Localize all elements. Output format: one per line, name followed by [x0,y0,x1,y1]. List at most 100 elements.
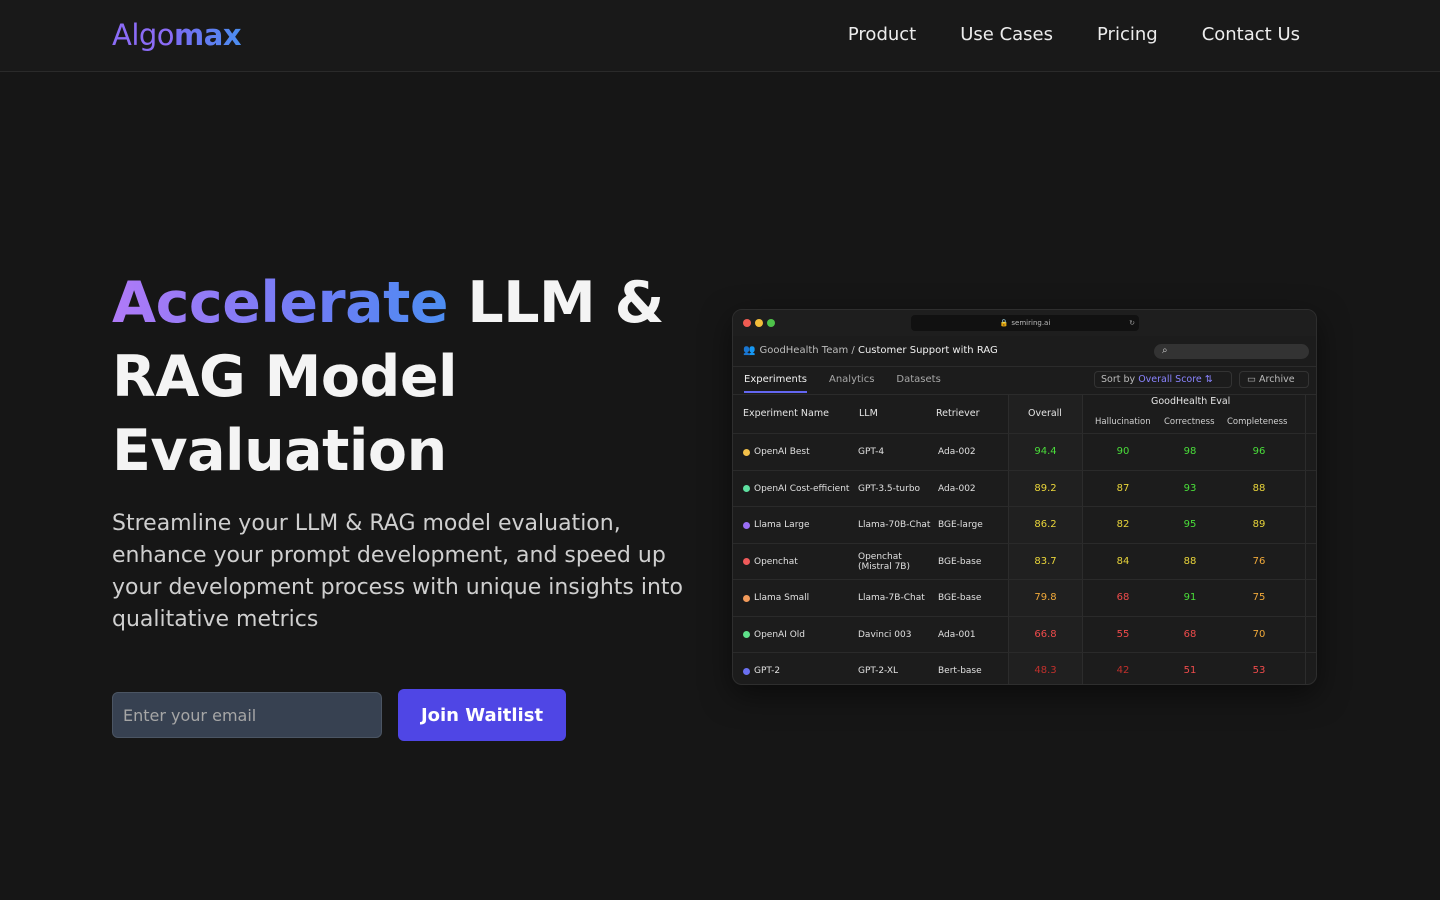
llm-cell: Llama-7B-Chat [858,593,925,603]
archive-icon: ▭ [1247,374,1256,385]
llm-cell: Openchat (Mistral 7B) [858,551,910,572]
lock-icon: 🔒 [999,319,1009,327]
top-nav: Algomax Product Use Cases Pricing Contac… [0,0,1440,72]
nav-link-pricing[interactable]: Pricing [1097,22,1158,48]
header-llm[interactable]: LLM [859,408,878,419]
retriever-cell: Bert-base [938,666,982,676]
experiment-name-cell: OpenAI Cost-efficient [743,471,858,507]
reload-icon: ↻ [1129,319,1135,327]
overall-score: 86.2 [1034,519,1057,530]
experiment-name-cell: Llama Large [743,507,858,543]
experiment-name-cell: Llama Small [743,580,858,616]
header-goodhealth-eval: GoodHealth Eval [1151,396,1231,407]
overall-score: 79.8 [1034,592,1057,603]
completeness-score: 96 [1252,446,1266,457]
browser-bar: 🔒 semiring.ai ↻ [733,310,1316,336]
status-dot-icon [743,631,750,638]
hero-title: Accelerate LLM & RAG Model Evaluation [112,270,664,484]
retriever-cell: BGE-large [938,520,983,530]
hallucination-score: 55 [1116,628,1130,640]
status-dot-icon [743,558,750,565]
overall-score: 83.7 [1034,555,1057,567]
completeness-score: 75 [1252,592,1266,603]
search-icon: ⌕ [1162,345,1168,356]
team-icon: 👥 [743,345,756,356]
header-hallucination[interactable]: Hallucination [1095,417,1151,427]
correctness-score: 51 [1183,665,1197,676]
join-waitlist-button[interactable]: Join Waitlist [398,689,566,741]
hallucination-score: 68 [1116,592,1130,603]
experiment-name: GPT-2 [754,666,781,676]
retriever-cell: Ada-002 [938,447,976,457]
hero-subtitle: Streamline your LLM & RAG model evaluati… [112,511,683,632]
retriever-cell: BGE-base [938,593,982,603]
correctness-score: 95 [1183,519,1197,530]
retriever-cell: Ada-002 [938,483,976,494]
experiment-name: Llama Small [754,593,810,603]
llm-cell: GPT-4 [858,447,885,457]
sort-button[interactable]: Sort by Overall Score ⇅ [1094,371,1232,388]
table-row[interactable]: OpenAI Cost-efficient GPT-3.5-turbo Ada-00… [733,469,1316,507]
correctness-score: 91 [1183,592,1197,603]
nav-link-contact-us[interactable]: Contact Us [1202,22,1300,48]
experiment-name: Llama Large [754,520,810,530]
tab-datasets[interactable]: Datasets [896,374,940,393]
completeness-score: 53 [1252,665,1266,676]
nav-link-use-cases[interactable]: Use Cases [960,22,1053,48]
header-correctness[interactable]: Correctness [1164,417,1215,427]
tab-analytics[interactable]: Analytics [829,374,874,393]
overall-score: 89.2 [1034,482,1057,494]
status-dot-icon [743,667,750,675]
completeness-score: 70 [1252,628,1266,640]
logo[interactable]: Algomax [112,15,242,55]
header-experiment-name[interactable]: Experiment Name [743,408,829,419]
sort-desc-icon: ⇅ [1204,374,1213,385]
table-row[interactable]: Llama Small Llama-7B-Chat BGE-base 79.8 68 91… [733,579,1316,615]
llm-cell: Llama-70B-Chat [858,520,931,530]
retriever-cell: Ada-001 [938,629,976,640]
status-dot-icon [743,448,750,456]
experiment-name: OpenAI Cost-efficient [754,483,850,494]
tab-experiments[interactable]: Experiments [744,374,807,393]
experiment-name-cell: GPT-2 [743,653,858,684]
minimize-dot-icon [755,319,763,327]
llm-cell: GPT-2-XL [858,666,899,676]
status-dot-icon [743,521,750,529]
experiment-name: OpenAI Old [754,629,806,640]
hallucination-score: 84 [1116,555,1130,567]
status-dot-icon [743,485,750,492]
breadcrumb: 👥 GoodHealth Team / Customer Support with… [743,345,998,356]
completeness-score: 76 [1252,555,1266,567]
app-preview-window: 🔒 semiring.ai ↻ 👥 GoodHealth Team / Custom… [732,309,1317,685]
table-row[interactable]: GPT-2 GPT-2-XL Bert-base 48.3 42 51 53 [733,652,1316,684]
retriever-cell: BGE-base [938,556,982,567]
correctness-score: 88 [1183,555,1197,567]
hallucination-score: 82 [1116,519,1130,530]
overall-score: 48.3 [1034,665,1057,676]
table-row[interactable]: OpenAI Best GPT-4 Ada-002 94.4 90 98 96 [733,433,1316,469]
correctness-score: 68 [1183,628,1197,640]
divider [733,366,1316,367]
completeness-score: 88 [1252,482,1266,494]
nav-links: Product Use Cases Pricing Contact Us [848,22,1300,48]
header-retriever[interactable]: Retriever [936,408,980,419]
table-row[interactable]: OpenAI Old Davinci 003 Ada-001 66.8 55 68 70 [733,615,1316,652]
header-completeness[interactable]: Completeness [1227,417,1287,427]
maximize-dot-icon [767,319,775,327]
tab-bar: Experiments Analytics Datasets [744,374,941,393]
header-overall[interactable]: Overall [1028,408,1062,419]
hallucination-score: 42 [1116,665,1130,676]
hallucination-score: 90 [1116,446,1130,457]
llm-cell: Davinci 003 [858,629,912,640]
search-input[interactable]: ⌕ [1154,344,1309,359]
nav-link-product[interactable]: Product [848,22,916,48]
archive-button[interactable]: ▭ Archive [1239,371,1309,388]
hallucination-score: 87 [1116,482,1130,494]
table-row[interactable]: Llama Large Llama-70B-Chat BGE-large 86.2 82… [733,506,1316,542]
table-row[interactable]: Openchat Openchat (Mistral 7B) BGE-base 83.… [733,542,1316,579]
email-input[interactable] [112,692,382,738]
llm-cell: GPT-3.5-turbo [858,483,921,494]
completeness-score: 89 [1252,519,1266,530]
correctness-score: 98 [1183,446,1197,457]
overall-score: 94.4 [1034,446,1057,457]
